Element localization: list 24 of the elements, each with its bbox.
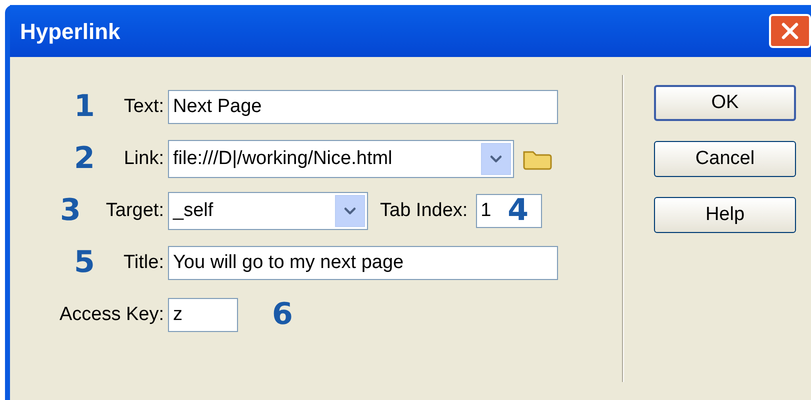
window-title: Hyperlink [19,18,120,46]
close-button[interactable] [769,14,811,48]
link-label: Link: [124,146,164,171]
text-field[interactable]: Next Page [168,90,558,124]
callout-number: 5 [74,248,95,278]
access-key-field[interactable]: z [168,298,238,332]
dropdown-button[interactable] [481,143,511,175]
callout-number: 6 [272,300,293,330]
dialog-button[interactable]: OK [654,85,796,121]
callout-number: 4 [508,196,529,226]
title-field[interactable]: You will go to my next page [168,246,558,280]
dropdown-button[interactable] [335,195,365,227]
title-label: Title: [124,250,164,275]
tab-index-label: Tab Index: [380,200,468,221]
text-label: Text: [124,94,164,119]
dialog-button[interactable]: Cancel [654,141,796,177]
target-combo-box[interactable]: _self [168,192,368,230]
access-key-label: Access Key: [59,302,164,327]
link-combo-box[interactable]: file:///D|/working/Nice.html [168,140,514,178]
dialog-button[interactable]: Help [654,197,796,233]
callout-number: 2 [74,144,95,174]
target-label: Target: [106,198,164,223]
callout-number: 1 [74,92,95,122]
callout-number: 3 [60,196,81,226]
